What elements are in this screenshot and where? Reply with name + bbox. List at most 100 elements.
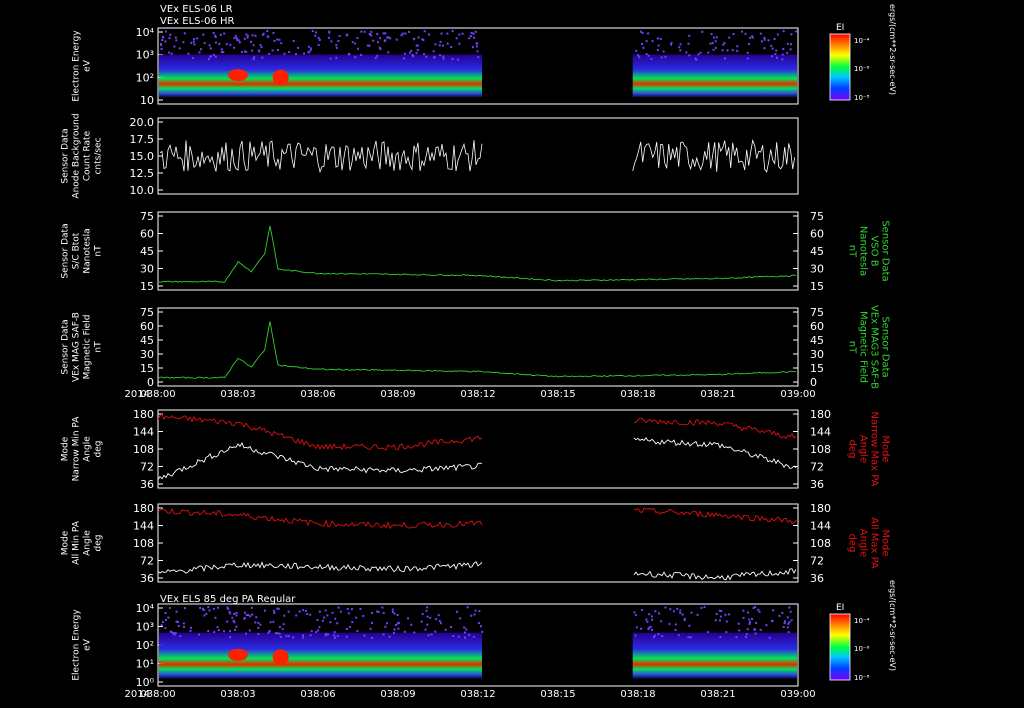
spectrogram-pixel: [789, 610, 792, 613]
left-axis-label-line: Angle: [83, 436, 93, 462]
spectrogram-pixel: [725, 631, 728, 634]
spectrogram-pixel: [187, 52, 190, 55]
spectrogram-pixel: [477, 56, 480, 59]
spectrogram-pixel: [468, 633, 471, 636]
spectrogram-pixel: [732, 33, 735, 36]
spectrogram-pixel: [356, 629, 359, 632]
spectrogram-pixel: [770, 44, 773, 47]
spectrogram-pixel: [679, 612, 682, 615]
left-axis-label-line: All Min PA: [72, 520, 82, 565]
time-tick-label: 038:06: [300, 689, 335, 700]
y-tick-label-right: 36: [810, 572, 824, 585]
top-title-2: VEx ELS-06 HR: [160, 16, 235, 27]
spectrogram-pixel: [742, 609, 745, 612]
spectrogram-pixel: [355, 616, 358, 619]
spectrogram-pixel: [214, 41, 217, 44]
spectrogram-pixel: [751, 35, 754, 38]
spectrogram-pixel: [394, 623, 397, 626]
spectrogram-pixel: [726, 49, 729, 52]
spectrogram-pixel: [196, 37, 199, 40]
spectrogram-pixel: [751, 617, 754, 620]
spectrogram-pixel: [651, 618, 654, 621]
spectrogram-pixel: [748, 42, 751, 45]
spectrogram-pixel: [408, 30, 411, 33]
spectrogram-pixel: [746, 57, 749, 60]
spectrogram-pixel: [703, 606, 706, 609]
spectrogram-pixel: [416, 44, 419, 47]
y-tick-label: 10¹: [136, 658, 154, 671]
spectrogram-pixel: [287, 635, 290, 638]
spectrogram-pixel: [346, 608, 349, 611]
spectrogram-pixel: [744, 635, 747, 638]
spectrogram-pixel: [335, 44, 338, 47]
spectrogram-pixel: [772, 609, 775, 612]
y-tick-label: 60: [140, 320, 154, 333]
spectrogram-pixel: [744, 32, 747, 35]
spectrogram-pixel: [731, 49, 734, 52]
y-tick-label: 144: [133, 520, 154, 533]
y-tick-label: 108: [133, 443, 154, 456]
spectrogram-pixel: [650, 57, 653, 60]
spectrogram-pixel: [687, 636, 690, 639]
bottom-spectrogram-title: VEx ELS 85 deg PA Regular: [160, 594, 296, 605]
spectrogram-pixel: [310, 630, 313, 633]
spectrogram-pixel: [758, 610, 761, 613]
spectrogram-pixel: [307, 51, 310, 54]
colorbar-unit-bottom: ergs/(cm**2-sr-sec-eV): [888, 580, 897, 671]
spectrogram-pixel: [370, 621, 373, 624]
spectrogram-pixel: [257, 626, 260, 629]
panel-bmag_saf: 75 7560 6045 4530 3015 150 0Sensor Data VEx MAG…: [61, 305, 891, 389]
spectrogram-pixel: [719, 636, 722, 639]
spectrogram-pixel: [351, 41, 354, 44]
spectrogram-pixel: [422, 39, 425, 42]
left-axis-label-line: deg: [94, 535, 104, 552]
spectrogram-pixel: [640, 627, 643, 630]
spectrogram-pixel: [225, 43, 228, 46]
spectrogram-pixel: [303, 52, 306, 55]
spectrogram-pixel: [771, 620, 774, 623]
left-axis-label-line: deg: [94, 441, 104, 458]
spectrogram-pixel: [771, 55, 774, 58]
spectrogram-pixel: [397, 627, 400, 630]
spectrogram-pixel: [439, 622, 442, 625]
spectrogram-pixel: [276, 632, 279, 635]
spectrogram-pixel: [451, 30, 454, 33]
spectrogram-pixel: [268, 630, 271, 633]
spectrogram-pixel: [311, 30, 314, 33]
spectrogram-pixel: [363, 634, 366, 637]
spectrogram-pixel: [175, 610, 178, 613]
spectrogram-pixel: [333, 631, 336, 634]
spectrogram-pixel: [238, 41, 241, 44]
spectrogram-pixel: [301, 634, 304, 637]
spectrogram-pixel: [789, 48, 792, 51]
spectrogram-pixel: [348, 625, 351, 628]
spectrogram-pixel: [376, 54, 379, 57]
spectrogram-pixel: [219, 33, 222, 36]
spectrogram-pixel: [432, 50, 435, 53]
spectrogram-pixel: [212, 31, 215, 34]
spectrogram-pixel: [182, 41, 185, 44]
spectrogram-pixel: [331, 611, 334, 614]
spectrogram-pixel: [701, 30, 704, 33]
left-axis-label-line: Angle: [83, 530, 93, 556]
spectrogram-pixel: [427, 634, 430, 637]
spectrogram-pixel: [421, 613, 424, 616]
spectrogram-pixel: [345, 627, 348, 630]
spectrogram-pixel: [657, 44, 660, 47]
spectrogram-pixel: [273, 609, 276, 612]
spectrogram-pixel: [384, 32, 387, 35]
spectrogram-pixel: [635, 626, 638, 629]
spectrogram-pixel: [723, 42, 726, 45]
right-axis-label: ModeNarrow Max PAAngledeg: [847, 412, 891, 487]
spectrogram-pixel: [788, 606, 791, 609]
spectrogram-pixel: [216, 626, 219, 629]
top-title-1: VEx ELS-06 LR: [160, 4, 233, 15]
spectrogram-pixel: [650, 615, 653, 618]
spectrogram-pixel: [337, 606, 340, 609]
colorbar-bottom: EI 10⁻⁴ 10⁻⁶ 10⁻⁸: [829, 603, 870, 682]
left-axis-label-line: Anode Background: [72, 113, 82, 198]
spectrogram-pixel: [640, 43, 643, 46]
spectrogram-pixel: [795, 30, 798, 33]
y-tick-label-right: 108: [810, 443, 831, 456]
spectrogram-pixel: [223, 32, 226, 35]
